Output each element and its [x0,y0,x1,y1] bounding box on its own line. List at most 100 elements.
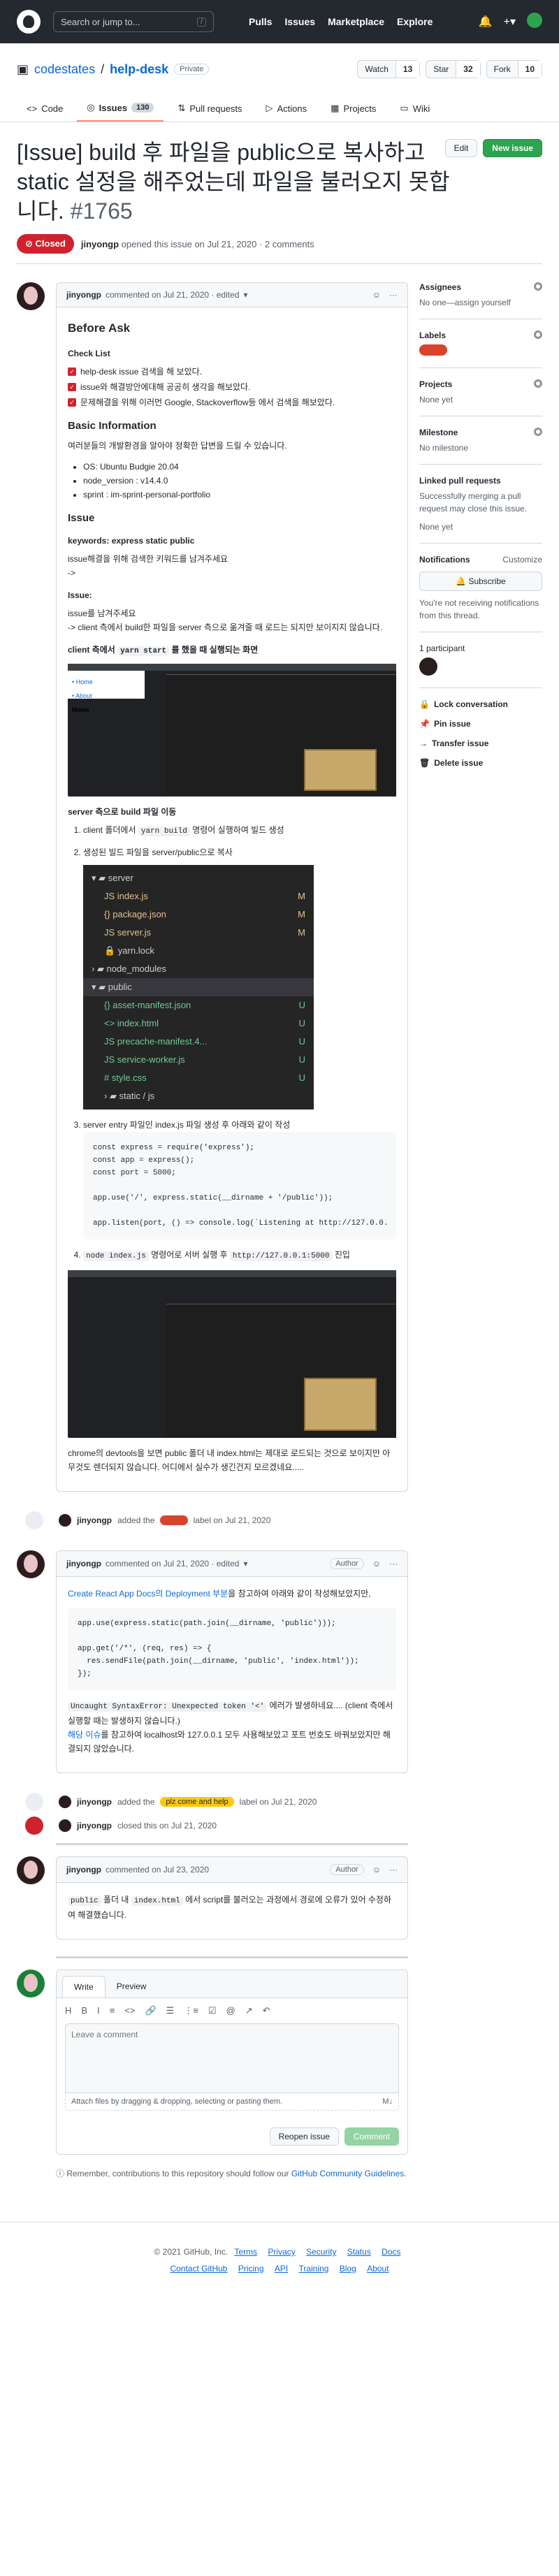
user-avatar-menu[interactable] [527,12,542,31]
file-explorer-screenshot[interactable]: ▾ ▰ server JS index.js M{} package.json M JS… [83,865,314,1109]
file-tree-item[interactable]: # style.css U [83,1069,314,1087]
mention-icon[interactable]: @ [226,2005,235,2016]
event-author[interactable]: jinyongp [77,1821,112,1831]
footer-link[interactable]: Privacy [268,2247,295,2257]
transfer-issue-action[interactable]: → Transfer issue [419,738,542,748]
label-badge[interactable]: plz come and help [160,1797,234,1807]
emoji-reaction-icon[interactable]: ☺ [372,1559,381,1569]
task-list-icon[interactable]: ☑ [208,2005,217,2016]
tab-issues[interactable]: ◎ Issues 130 [77,95,164,122]
avatar[interactable] [59,1514,71,1527]
docs-link[interactable]: Create React App Docs의 Deployment 부분 [68,1589,228,1599]
fork-count[interactable]: 10 [517,61,542,78]
footer-link[interactable]: Docs [382,2247,400,2257]
footer-link[interactable]: Status [347,2247,371,2257]
reply-icon[interactable]: ↶ [263,2005,270,2016]
footer-link[interactable]: Pricing [238,2264,264,2273]
markdown-icon[interactable]: M↓ [382,2097,393,2106]
nav-marketplace[interactable]: Marketplace [328,16,384,27]
comment-author[interactable]: jinyongp [66,1865,101,1875]
avatar[interactable] [17,1550,45,1578]
event-author[interactable]: jinyongp [77,1515,112,1525]
footer-link[interactable]: Contact GitHub [170,2264,227,2273]
github-logo-icon[interactable] [17,10,41,34]
avatar[interactable] [17,282,45,310]
tab-code[interactable]: <> Code [17,95,73,122]
repo-owner-link[interactable]: codestates [34,62,95,77]
quote-icon[interactable]: ≡ [110,2005,115,2016]
footer-link[interactable]: Blog [340,2264,356,2273]
tab-write[interactable]: Write [62,1976,106,1998]
attach-files-area[interactable]: Attach files by dragging & dropping, sel… [65,2093,399,2111]
customize-link[interactable]: Customize [502,555,542,565]
footer-link[interactable]: Training [299,2264,329,2273]
search-input[interactable]: Search or jump to... / [53,11,214,32]
server-screenshot[interactable] [68,1270,396,1438]
delete-issue-action[interactable]: 🗑 Delete issue [419,758,542,768]
chevron-down-icon[interactable]: ▾ [243,1559,247,1569]
file-tree-item[interactable]: JS service-worker.js U [83,1051,314,1069]
gear-icon[interactable] [534,428,542,436]
comment-textarea[interactable] [65,2023,399,2093]
file-tree-item[interactable]: ▾ ▰ server [83,869,314,887]
event-author[interactable]: jinyongp [77,1797,112,1807]
bold-icon[interactable]: B [81,2005,87,2016]
code-icon[interactable]: <> [124,2005,135,2016]
heading-icon[interactable]: H [65,2005,71,2016]
comment-meta[interactable]: commented on Jul 21, 2020 · edited [106,290,239,300]
client-screenshot[interactable]: • Home • About Home [68,664,396,796]
file-tree-item[interactable]: <> index.html U [83,1014,314,1033]
reopen-issue-button[interactable]: Reopen issue [269,2127,339,2146]
issue-author-link[interactable]: jinyongp [81,239,119,249]
footer-link[interactable]: Security [306,2247,336,2257]
tab-preview[interactable]: Preview [106,1976,158,1998]
checkbox-checked-icon[interactable]: ✓ [68,383,76,391]
guidelines-link[interactable]: GitHub Community Guidelines [291,2169,404,2178]
reference-icon[interactable]: ↗ [245,2005,253,2016]
pin-issue-action[interactable]: 📌 Pin issue [419,719,542,729]
file-tree-item[interactable]: › ▰ static / js [83,1087,314,1105]
avatar[interactable] [419,657,437,676]
assignees-value[interactable]: No one—assign yourself [419,296,542,309]
file-tree-item[interactable]: JS index.js M [83,887,314,905]
emoji-reaction-icon[interactable]: ☺ [372,1865,381,1875]
chevron-down-icon[interactable]: ▾ [243,290,247,300]
gear-icon[interactable] [534,379,542,388]
file-tree-item[interactable]: › ▰ node_modules [83,960,314,978]
checkbox-checked-icon[interactable]: ✓ [68,368,76,376]
emoji-reaction-icon[interactable]: ☺ [372,290,381,300]
comment-author[interactable]: jinyongp [66,290,101,300]
plus-icon[interactable]: +▾ [504,15,516,29]
fork-button[interactable]: Fork 10 [486,60,542,78]
bullet-list-icon[interactable]: ☰ [166,2005,175,2016]
avatar[interactable] [17,1856,45,1884]
file-tree-item[interactable]: {} asset-manifest.json U [83,996,314,1014]
link-icon[interactable]: 🔗 [145,2005,156,2016]
comment-button[interactable]: Comment [344,2127,399,2146]
label-badge[interactable] [419,344,447,356]
file-tree-item[interactable]: JS precache-manifest.4... U [83,1033,314,1051]
nav-pulls[interactable]: Pulls [249,16,272,27]
star-count[interactable]: 32 [456,61,480,78]
repo-name-link[interactable]: help-desk [110,62,168,77]
issue-link[interactable]: 해당 이슈 [68,1730,101,1740]
watch-count[interactable]: 13 [395,61,420,78]
subscribe-button[interactable]: 🔔 Subscribe [419,572,542,591]
tab-wiki[interactable]: ▭ Wiki [390,95,440,122]
kebab-menu-icon[interactable]: ··· [389,290,398,300]
kebab-menu-icon[interactable]: ··· [389,1559,398,1569]
kebab-menu-icon[interactable]: ··· [389,1865,398,1875]
file-tree-item[interactable]: JS server.js M [83,924,314,942]
tab-projects[interactable]: ▦ Projects [321,95,386,122]
file-tree-item[interactable]: {} package.json M [83,905,314,924]
footer-link[interactable]: Terms [234,2247,257,2257]
avatar[interactable] [17,1970,45,1998]
footer-link[interactable]: About [367,2264,389,2273]
bell-icon[interactable]: 🔔 [479,15,493,29]
watch-button[interactable]: Watch 13 [357,60,421,78]
avatar[interactable] [59,1819,71,1832]
comment-meta[interactable]: commented on Jul 23, 2020 [106,1865,209,1875]
label-badge[interactable]: label [160,1515,188,1525]
tab-actions[interactable]: ▷ Actions [256,95,317,122]
file-tree-item[interactable]: 🔒 yarn.lock [83,942,314,960]
